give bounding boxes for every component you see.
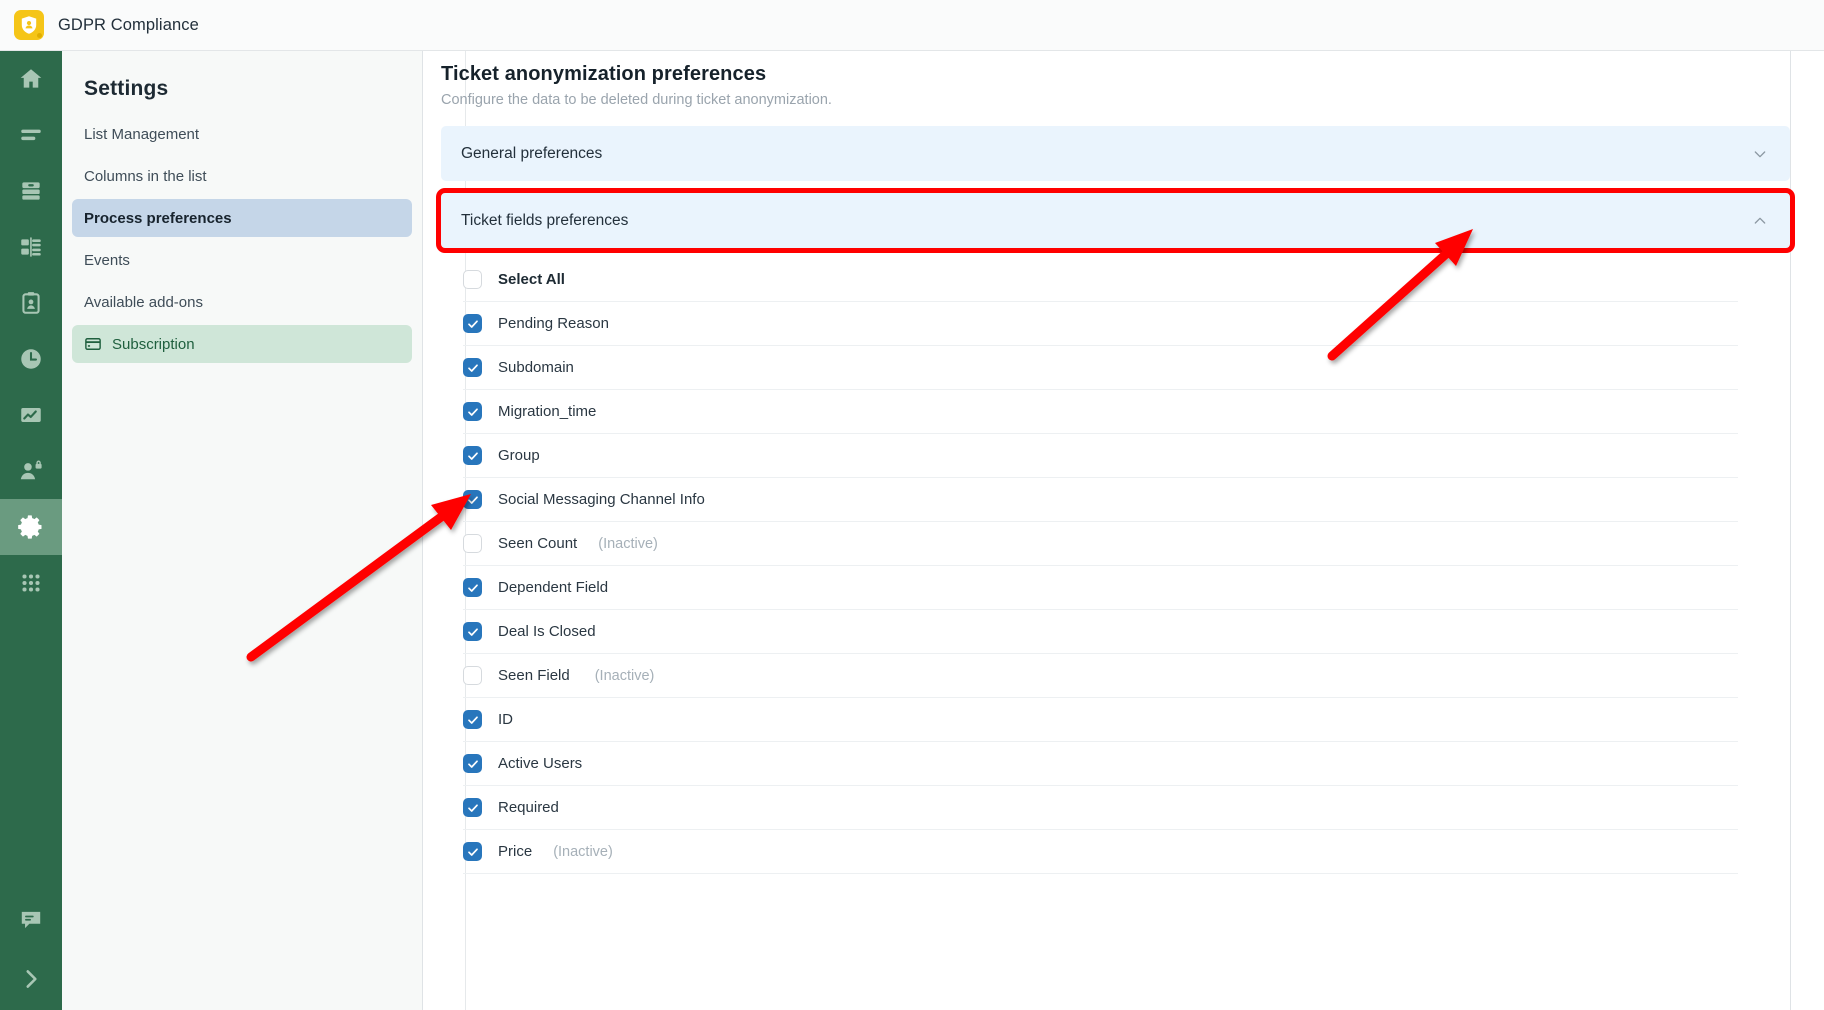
field-checkbox[interactable] [463,710,482,729]
chat-icon[interactable] [0,892,62,948]
sidebar-item-columns-in-the-list[interactable]: Columns in the list [72,157,412,195]
accordion-general-preferences[interactable]: General preferences [441,126,1790,181]
content-right-divider [1790,51,1791,1010]
field-row-price[interactable]: Price (Inactive) [463,830,1738,874]
field-label: Active Users [498,755,583,772]
field-checkbox[interactable] [463,446,482,465]
accordion-label: General preferences [461,144,603,162]
field-label: Seen Count [498,535,578,552]
sidebar-item-available-add-ons[interactable]: Available add-ons [72,283,412,321]
chart-line-icon[interactable] [0,387,62,443]
field-row-required[interactable]: Required [463,786,1738,830]
sidebar-item-list-management[interactable]: List Management [72,115,412,153]
main-content: Ticket anonymization preferences Configu… [423,51,1824,1010]
field-label: Subdomain [498,359,574,376]
inactive-badge: (Inactive) [553,843,613,860]
sidebar-item-label: Subscription [112,335,195,353]
user-lock-icon[interactable] [0,443,62,499]
field-checkbox[interactable] [463,314,482,333]
select-all-row[interactable]: Select All [463,258,1738,302]
database-icon[interactable] [0,163,62,219]
field-checkbox[interactable] [463,358,482,377]
sidebar-item-label: Events [84,251,130,269]
clipboard-person-icon[interactable] [0,275,62,331]
field-row-id[interactable]: ID [463,698,1738,742]
sidebar-item-subscription[interactable]: Subscription [72,325,412,363]
sidebar-item-events[interactable]: Events [72,241,412,279]
field-row-seen-field[interactable]: Seen Field (Inactive) [463,654,1738,698]
field-checkbox[interactable] [463,534,482,553]
field-row-social-messaging-channel-info[interactable]: Social Messaging Channel Info [463,478,1738,522]
field-checkbox[interactable] [463,798,482,817]
field-row-active-users[interactable]: Active Users [463,742,1738,786]
field-row-seen-count[interactable]: Seen Count (Inactive) [463,522,1738,566]
app-root: GDPR Compliance Settings List Management… [0,0,1824,1010]
field-label: Seen Field [498,667,570,684]
sliders-icon[interactable] [0,219,62,275]
select-all-label: Select All [498,271,565,288]
page-title: Ticket anonymization preferences [441,63,767,85]
ticket-fields-list: Select All Pending Reason Subdomain Migr… [441,258,1790,874]
clock-icon[interactable] [0,331,62,387]
field-row-subdomain[interactable]: Subdomain [463,346,1738,390]
settings-panel: Settings List Management Columns in the … [62,51,423,1010]
select-all-checkbox[interactable] [463,270,482,289]
field-label: Group [498,447,540,464]
chevron-up-icon[interactable] [1752,213,1768,229]
home-icon[interactable] [0,51,62,107]
settings-heading: Settings [84,77,169,100]
field-row-dependent-field[interactable]: Dependent Field [463,566,1738,610]
accordion-label: Ticket fields preferences [461,211,629,229]
field-label: Price [498,843,533,860]
sidebar-item-process-preferences[interactable]: Process preferences [72,199,412,237]
top-bar: GDPR Compliance [0,0,1824,51]
gear-icon[interactable] [0,499,62,555]
field-label: Pending Reason [498,315,609,332]
chevron-down-icon[interactable] [1752,146,1768,162]
logo-badge-dot [37,33,42,38]
settings-nav-list: List Management Columns in the list Proc… [62,115,422,363]
sidebar-item-label: Columns in the list [84,167,207,185]
list-lines-icon[interactable] [0,107,62,163]
field-checkbox[interactable] [463,842,482,861]
chevron-right-icon[interactable] [0,948,62,1010]
sidebar-item-label: List Management [84,125,200,143]
field-row-pending-reason[interactable]: Pending Reason [463,302,1738,346]
content-inner: Ticket anonymization preferences Configu… [436,51,1795,1010]
field-label: Deal Is Closed [498,623,596,640]
apps-grid-icon[interactable] [0,555,62,611]
field-checkbox[interactable] [463,490,482,509]
app-title: GDPR Compliance [58,15,199,34]
field-row-migration-time[interactable]: Migration_time [463,390,1738,434]
field-label: Required [498,799,559,816]
field-label: Migration_time [498,403,597,420]
icon-rail [0,51,62,1010]
field-checkbox[interactable] [463,622,482,641]
accordion-ticket-fields-preferences[interactable]: Ticket fields preferences [436,188,1795,253]
inactive-badge: (Inactive) [598,535,658,552]
credit-card-icon [84,335,102,353]
field-label: Social Messaging Channel Info [498,491,705,508]
field-label: Dependent Field [498,579,609,596]
field-row-deal-is-closed[interactable]: Deal Is Closed [463,610,1738,654]
shield-person-icon [14,10,44,40]
field-checkbox[interactable] [463,754,482,773]
field-label: ID [498,711,513,728]
sidebar-item-label: Available add-ons [84,293,203,311]
field-checkbox[interactable] [463,578,482,597]
field-checkbox[interactable] [463,402,482,421]
sidebar-item-label: Process preferences [84,209,232,227]
page-subtitle: Configure the data to be deleted during … [441,92,832,108]
field-checkbox[interactable] [463,666,482,685]
inactive-badge: (Inactive) [594,667,655,684]
field-row-group[interactable]: Group [463,434,1738,478]
